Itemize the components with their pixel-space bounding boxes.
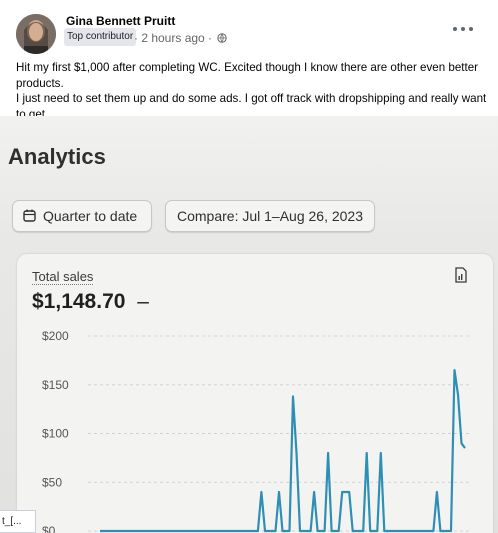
y-tick-label: $200: [42, 329, 69, 343]
y-tick-label: $100: [42, 427, 69, 441]
post-header: Gina Bennett Pruitt Top contributor · 2 …: [0, 0, 498, 58]
y-tick-label: $150: [42, 378, 69, 392]
top-contributor-badge: Top contributor: [64, 28, 137, 46]
y-tick-label: $50: [42, 475, 62, 489]
post-photo[interactable]: Analytics Quarter to date Compare: Jul 1…: [0, 116, 498, 533]
avatar[interactable]: [16, 14, 56, 54]
sales-series-line: [100, 369, 466, 533]
author-name[interactable]: Gina Bennett Pruitt: [66, 14, 175, 28]
post-meta: · 2 hours ago ·: [134, 30, 228, 46]
sales-chart: $200 $150 $100 $50 $0: [42, 329, 470, 533]
overlay-tag[interactable]: t_[...: [0, 510, 36, 533]
y-tick-label: $0: [42, 524, 56, 533]
post-timestamp[interactable]: · 2 hours ago ·: [134, 31, 212, 45]
more-options-icon[interactable]: [452, 22, 474, 36]
globe-icon: [217, 33, 228, 43]
